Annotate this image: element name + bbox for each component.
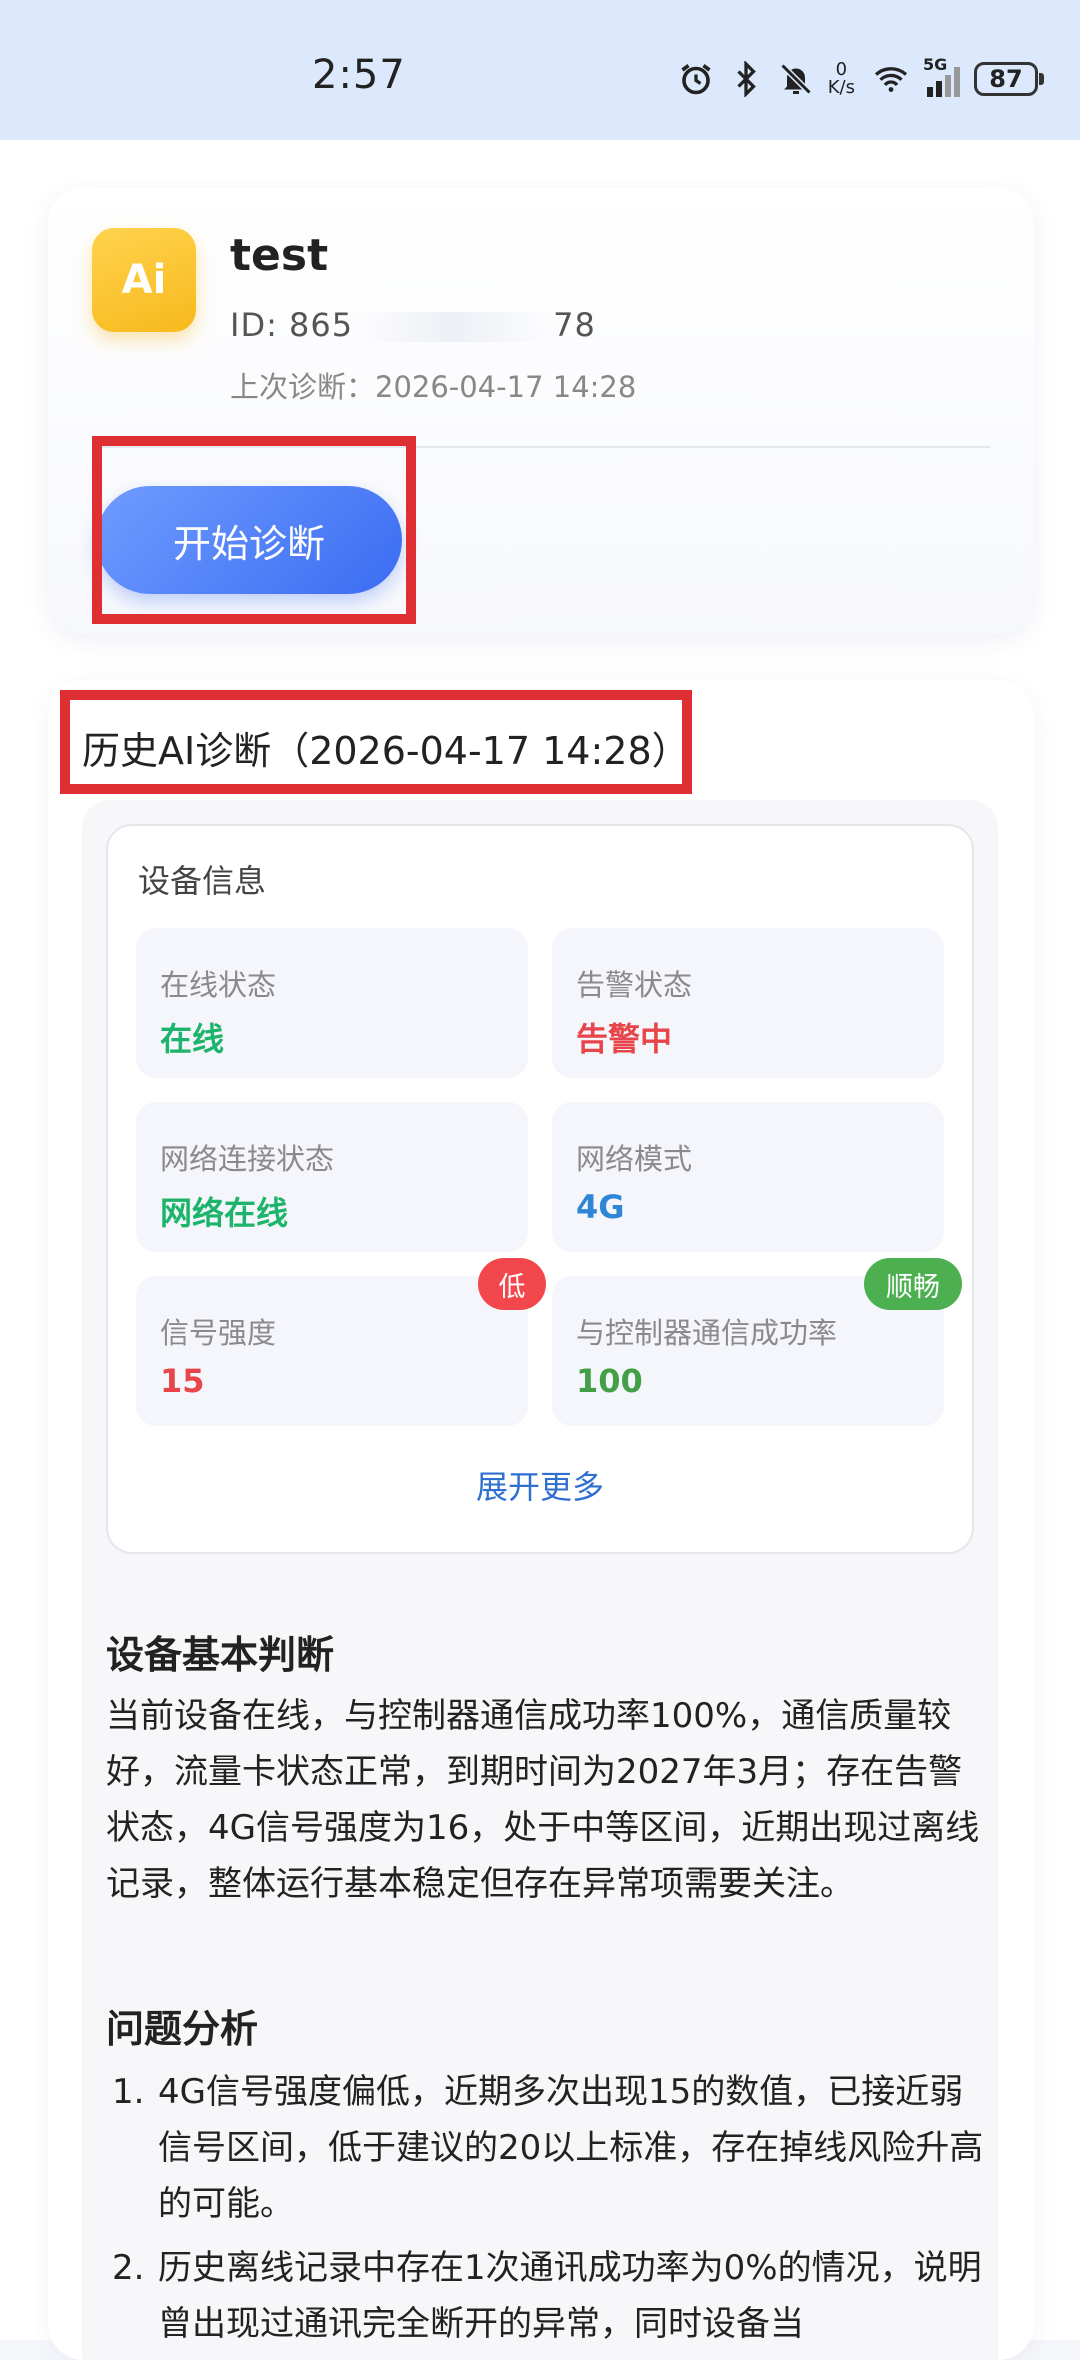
tile-value: 在线	[160, 1020, 225, 1058]
tile-value: 4G	[576, 1188, 625, 1226]
status-bar: 2:57 0 K/s 5G 87	[0, 0, 1080, 140]
device-id-masked	[353, 312, 554, 342]
device-name: test	[230, 230, 329, 281]
basic-judgement-text: 当前设备在线，与控制器通信成功率100%，通信质量较好，流量卡状态正常，到期时间…	[106, 1696, 980, 1904]
net-speed-unit: K/s	[827, 77, 855, 98]
list-item: 2. 历史离线记录中存在1次通讯成功率为0%的情况，说明曾出现过通讯完全断开的异…	[106, 2240, 986, 2352]
tile-label: 信号强度	[160, 1316, 277, 1350]
tile-label: 网络模式	[576, 1142, 693, 1176]
tile-value: 100	[576, 1362, 643, 1400]
status-icons: 0 K/s 5G 87	[678, 54, 1044, 104]
tile-value: 告警中	[576, 1020, 673, 1058]
tile-label: 告警状态	[576, 968, 693, 1002]
tile-network-mode: 网络模式 4G	[552, 1102, 944, 1252]
communication-smooth-badge: 顺畅	[864, 1258, 962, 1310]
ai-avatar: Ai	[92, 228, 196, 332]
last-diagnosis-time: 上次诊断：2026-04-17 14:28	[230, 370, 637, 404]
problem-analysis-heading: 问题分析	[106, 2007, 259, 2051]
status-time: 2:57	[312, 52, 406, 98]
tile-value: 网络在线	[160, 1194, 289, 1232]
signal-strength-icon: 5G	[923, 55, 960, 97]
device-id-suffix: 78	[553, 306, 596, 344]
bluetooth-icon	[737, 61, 756, 97]
list-item-text: 4G信号强度偏低，近期多次出现15的数值，已接近弱信号区间，低于建议的20以上标…	[158, 2072, 984, 2224]
network-type: 5G	[923, 55, 948, 74]
list-item-number: 1.	[112, 2072, 145, 2112]
mute-bell-icon	[780, 63, 812, 95]
list-item-text: 历史离线记录中存在1次通讯成功率为0%的情况，说明曾出现过通讯完全断开的异常，同…	[158, 2248, 982, 2344]
expand-more-link[interactable]: 展开更多	[0, 1462, 1080, 1508]
alarm-icon	[681, 64, 711, 95]
device-info-title: 设备信息	[138, 862, 267, 900]
tile-label: 在线状态	[160, 968, 277, 1002]
wifi-icon	[874, 67, 908, 92]
list-item: 1. 4G信号强度偏低，近期多次出现15的数值，已接近弱信号区间，低于建议的20…	[106, 2064, 986, 2232]
battery-indicator: 87	[974, 62, 1044, 96]
problem-analysis-list: 1. 4G信号强度偏低，近期多次出现15的数值，已接近弱信号区间，低于建议的20…	[106, 2064, 986, 2360]
device-id: ID: 865 78	[230, 306, 596, 344]
tile-signal-strength: 信号强度 15	[136, 1276, 528, 1426]
tile-value: 15	[160, 1362, 205, 1400]
list-item-number: 2.	[112, 2248, 145, 2288]
highlight-box-history-title	[60, 690, 692, 794]
tile-network-connection: 网络连接状态 网络在线	[136, 1102, 528, 1252]
tile-online-status: 在线状态 在线	[136, 928, 528, 1078]
tile-alarm-status: 告警状态 告警中	[552, 928, 944, 1078]
device-id-prefix: ID: 865	[230, 306, 354, 344]
network-speed: 0 K/s	[828, 61, 855, 97]
tile-label: 网络连接状态	[160, 1142, 335, 1176]
tile-label: 与控制器通信成功率	[576, 1316, 838, 1350]
basic-judgement-heading: 设备基本判断	[106, 1633, 335, 1677]
signal-low-badge: 低	[478, 1258, 546, 1310]
highlight-box-start-button	[92, 436, 416, 624]
